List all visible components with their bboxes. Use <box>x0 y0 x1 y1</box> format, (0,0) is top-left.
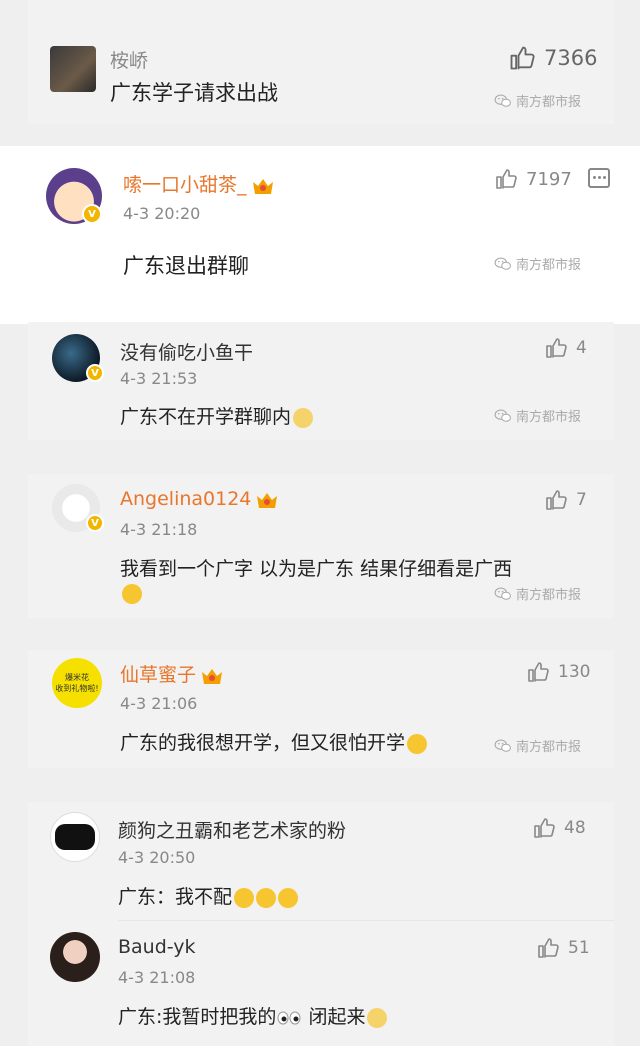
laugh-cry-emoji-icon <box>278 887 299 908</box>
like-count: 4 <box>576 338 587 358</box>
comment-text: 广东退出群聊 <box>123 254 249 278</box>
timestamp: 4-3 21:06 <box>120 694 198 713</box>
eyes-emoji-icon <box>277 1011 301 1024</box>
comment-text: 广东不在开学群聊内 <box>120 402 314 429</box>
comment-text: 广东:我暂时把我的 闭起来 <box>118 1002 388 1029</box>
laugh-cry-emoji-icon <box>234 887 255 908</box>
username[interactable]: 嗦一口小甜茶_ <box>123 170 275 197</box>
like-count: 51 <box>568 938 590 958</box>
thumbs-up-icon <box>536 936 560 960</box>
like-button[interactable]: 7366 <box>508 44 597 72</box>
like-count: 48 <box>564 818 586 838</box>
vip-badge-icon: V <box>86 514 104 532</box>
thumbs-up-icon <box>532 816 556 840</box>
like-button[interactable]: 51 <box>536 936 590 960</box>
thumbs-up-icon <box>526 660 550 684</box>
like-button[interactable]: 7197 <box>494 167 572 191</box>
smile-emoji-icon <box>122 584 142 604</box>
crown-icon <box>255 490 279 510</box>
thumbs-up-icon <box>508 44 536 72</box>
avatar[interactable]: 爆米花 收到礼物啦! <box>52 658 102 708</box>
watermark: 南方都市报 <box>494 584 581 603</box>
wechat-icon <box>494 409 512 423</box>
avatar[interactable] <box>50 932 100 982</box>
cat-emoji-icon <box>293 407 314 428</box>
username[interactable]: Baud-yk <box>118 936 196 958</box>
username[interactable]: 桉峤 <box>110 46 148 73</box>
thumbs-up-icon <box>544 488 568 512</box>
like-button[interactable]: 7 <box>544 488 587 512</box>
crown-icon <box>251 176 275 196</box>
like-button[interactable]: 48 <box>532 816 586 840</box>
timestamp: 4-3 21:18 <box>120 520 198 539</box>
comment-card: V 没有偷吃小鱼干 4-3 21:53 广东不在开学群聊内 4 南方都市报 <box>28 322 614 440</box>
timestamp: 4-3 21:53 <box>120 369 198 388</box>
cat-emoji-icon <box>367 1007 388 1028</box>
like-count: 7366 <box>544 46 598 70</box>
wechat-icon <box>494 257 512 271</box>
comment-icon[interactable] <box>588 168 610 188</box>
timestamp: 4-3 20:20 <box>123 204 201 223</box>
like-button[interactable]: 4 <box>544 336 587 360</box>
wechat-icon <box>494 587 512 601</box>
comment-card: V Angelina0124 4-3 21:18 我看到一个广字 以为是广东 结… <box>28 474 614 618</box>
watermark: 南方都市报 <box>494 91 581 110</box>
like-count: 7 <box>576 490 587 510</box>
thumbs-up-icon <box>544 336 568 360</box>
divider <box>118 920 614 921</box>
like-count: 7197 <box>526 168 572 190</box>
laugh-cry-emoji-icon <box>407 733 428 754</box>
timestamp: 4-3 20:50 <box>118 848 196 867</box>
username[interactable]: 仙草蜜子 <box>120 660 224 687</box>
watermark: 南方都市报 <box>494 736 581 755</box>
comment-text: 我看到一个广字 以为是广东 结果仔细看是广西 <box>120 558 513 580</box>
vip-badge-icon: V <box>86 364 104 382</box>
laugh-cry-emoji-icon <box>256 887 277 908</box>
watermark: 南方都市报 <box>494 254 581 273</box>
comment-text: 广东学子请求出战 <box>110 81 278 105</box>
avatar[interactable] <box>50 46 96 92</box>
comment-text: 广东的我很想开学，但又很怕开学 <box>120 728 428 755</box>
like-count: 130 <box>558 662 591 682</box>
comment-card: 桉峤 广东学子请求出战 7366 南方都市报 <box>28 0 614 124</box>
vip-badge-icon: V <box>82 204 102 224</box>
username[interactable]: Angelina0124 <box>120 488 279 510</box>
like-button[interactable]: 130 <box>526 660 590 684</box>
username[interactable]: 没有偷吃小鱼干 <box>120 338 253 365</box>
avatar[interactable] <box>50 812 100 862</box>
comment-card: V 嗦一口小甜茶_ 4-3 20:20 广东退出群聊 7197 南方都市报 <box>0 146 640 324</box>
wechat-icon <box>494 739 512 753</box>
comment-card: 颜狗之丑霸和老艺术家的粉 4-3 20:50 广东：我不配 48 Baud-yk… <box>28 802 614 1046</box>
crown-icon <box>200 666 224 686</box>
wechat-icon <box>494 94 512 108</box>
comment-text: 广东：我不配 <box>118 882 299 909</box>
timestamp: 4-3 21:08 <box>118 968 196 987</box>
watermark: 南方都市报 <box>494 406 581 425</box>
thumbs-up-icon <box>494 167 518 191</box>
comment-card: 爆米花 收到礼物啦! 仙草蜜子 4-3 21:06 广东的我很想开学，但又很怕开… <box>28 650 614 768</box>
username[interactable]: 颜狗之丑霸和老艺术家的粉 <box>118 816 346 843</box>
